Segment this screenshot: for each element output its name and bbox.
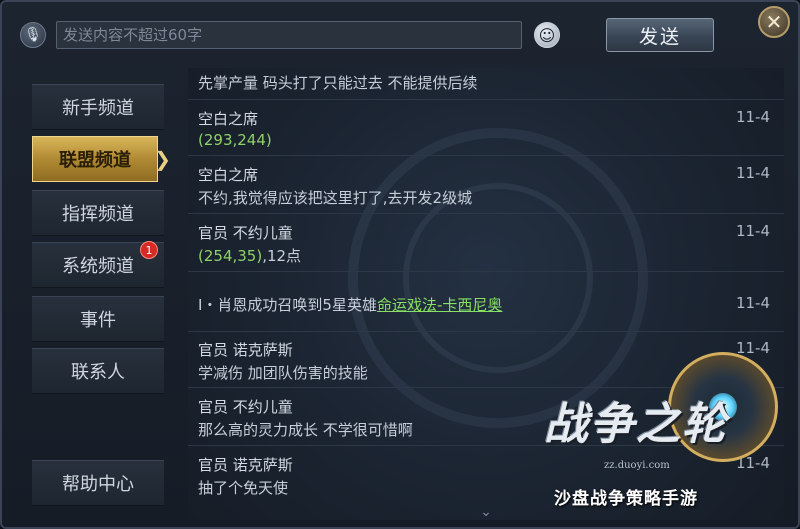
sender-name: 官员 不约儿童 (198, 398, 293, 416)
message-time: 11-4 (735, 164, 770, 182)
message-time: 11-4 (735, 222, 770, 240)
smiley-icon[interactable]: ☺ (534, 22, 560, 48)
logo-slogan: 沙盘战争策略手游 (554, 489, 698, 509)
message-text: 学减伤 加团队伤害的技能 (198, 364, 368, 382)
tab-alliance-channel[interactable]: 联盟频道 ❯ (32, 136, 171, 182)
sender-name: 官员 诺克萨斯 (198, 456, 293, 474)
top-bar: 🎙 ☺ 发送 (10, 10, 770, 60)
tab-contacts[interactable]: 联系人 (32, 348, 164, 394)
close-icon[interactable]: ✕ (758, 6, 790, 38)
message-text: 不约,我觉得应该把这里打了,去开发2级城 (198, 189, 473, 207)
send-button[interactable]: 发送 (606, 18, 714, 52)
scroll-down-icon[interactable]: ⌄ (474, 504, 498, 520)
tab-label: 事件 (80, 310, 116, 331)
message-text: 那么高的灵力成长 不学很可惜啊 (198, 421, 413, 439)
message-text: 抽了个免天使 (198, 479, 289, 497)
tab-label: 新手频道 (62, 98, 134, 119)
system-message: I・肖恩成功召唤到5星英雄命运戏法-卡西尼奥 (198, 294, 502, 315)
message-input[interactable] (56, 21, 522, 49)
tab-label: 联系人 (71, 362, 125, 383)
tab-system-channel[interactable]: 系统频道 1 (32, 241, 164, 288)
sender-name: 官员 不约儿童 (198, 224, 293, 242)
system-prefix: I・肖恩成功召唤到5星英雄 (198, 296, 377, 314)
tab-label: 系统频道 (62, 256, 134, 277)
coordinate-link[interactable]: (254,35) (198, 247, 262, 265)
chat-window: 🎙 ☺ 发送 ✕ 新手频道 联盟频道 ❯ 指挥频道 系统频道 1 事件 联系人 … (0, 0, 800, 529)
game-logo: 战争之轮 zz.duoyi.com 沙盘战争策略手游 (538, 352, 788, 512)
hero-link[interactable]: 命运戏法-卡西尼奥 (377, 296, 502, 314)
channel-sidebar: 新手频道 联盟频道 ❯ 指挥频道 系统频道 1 事件 联系人 帮助中心 (16, 70, 176, 522)
list-item: 空白之席 11-4 (293,244) (188, 100, 784, 156)
help-label: 帮助中心 (62, 474, 134, 495)
microphone-icon[interactable]: 🎙 (20, 22, 46, 48)
tab-label: 指挥频道 (62, 204, 134, 225)
notification-badge: 1 (140, 241, 158, 259)
logo-title: 战争之轮 (544, 399, 728, 450)
message-text: 先掌产量 码头打了只能过去 不能提供后续 (198, 74, 478, 92)
message-text: (254,35),12点 (198, 245, 301, 266)
help-center-button[interactable]: 帮助中心 (32, 460, 164, 506)
chevron-right-icon: ❯ (154, 147, 171, 171)
message-time: 11-4 (735, 294, 770, 312)
tab-events[interactable]: 事件 (32, 296, 164, 342)
tab-label: 联盟频道 (59, 150, 131, 171)
message-suffix: ,12点 (262, 247, 302, 265)
sender-name: 空白之席 (198, 110, 259, 128)
sender-name: 空白之席 (198, 166, 259, 184)
tab-newbie-channel[interactable]: 新手频道 (32, 84, 164, 130)
coordinate-link[interactable]: (293,244) (198, 131, 272, 149)
sender-name: 官员 诺克萨斯 (198, 341, 293, 359)
logo-url: zz.duoyi.com (604, 460, 670, 471)
list-item: 空白之席 11-4 不约,我觉得应该把这里打了,去开发2级城 (188, 156, 784, 214)
message-time: 11-4 (735, 108, 770, 126)
tab-command-channel[interactable]: 指挥频道 (32, 190, 164, 236)
list-item: 先掌产量 码头打了只能过去 不能提供后续 (188, 68, 784, 100)
message-text: (293,244) (198, 131, 272, 149)
list-item: I・肖恩成功召唤到5星英雄命运戏法-卡西尼奥 11-4 (188, 272, 784, 332)
list-item: 官员 不约儿童 11-4 (254,35),12点 (188, 214, 784, 272)
